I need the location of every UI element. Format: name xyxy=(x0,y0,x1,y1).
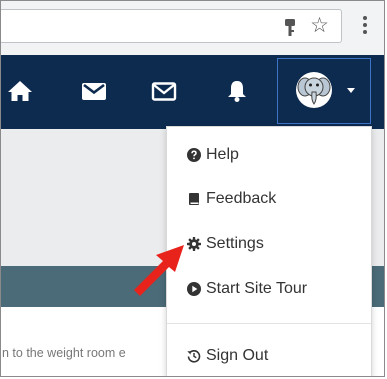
vertical-dots-icon[interactable] xyxy=(356,14,374,36)
menu-item-label: Feedback xyxy=(206,190,277,207)
menu-item-help[interactable]: Help xyxy=(187,143,239,167)
bell-icon[interactable] xyxy=(224,80,250,102)
red-arrow-annotation xyxy=(134,245,184,296)
menu-item-label: Help xyxy=(206,146,239,163)
envelope-outline-icon[interactable] xyxy=(151,80,177,102)
menu-item-label: Start Site Tour xyxy=(206,280,308,297)
caret-down-icon xyxy=(347,88,355,93)
question-circle-icon xyxy=(187,148,201,162)
play-circle-icon xyxy=(187,282,201,296)
address-bar[interactable]: ☆ xyxy=(1,9,342,43)
menu-item-settings[interactable]: Settings xyxy=(187,232,264,256)
book-icon xyxy=(189,193,199,205)
menu-item-label: Sign Out xyxy=(206,347,269,364)
key-icon[interactable] xyxy=(283,19,297,37)
body-text: n to the weight room e xyxy=(2,346,126,360)
menu-item-feedback[interactable]: Feedback xyxy=(187,187,276,211)
screenshot-frame: ☆ n to the weight room e Help Feedback S… xyxy=(0,0,385,377)
envelope-icon[interactable] xyxy=(81,80,107,102)
menu-item-start-site-tour[interactable]: Start Site Tour xyxy=(187,277,307,301)
top-navbar xyxy=(1,55,384,129)
home-icon[interactable] xyxy=(7,80,33,102)
menu-divider xyxy=(167,323,371,324)
user-avatar xyxy=(296,72,332,108)
menu-item-sign-out[interactable]: Sign Out xyxy=(187,344,268,368)
menu-item-label: Settings xyxy=(206,235,264,252)
user-menu-toggle[interactable] xyxy=(277,58,371,124)
user-dropdown-menu: Help Feedback Settings Start Site Tour S… xyxy=(166,126,372,376)
history-icon xyxy=(187,350,201,363)
star-icon[interactable]: ☆ xyxy=(310,15,329,37)
gear-icon xyxy=(187,237,201,251)
elephant-icon xyxy=(297,77,331,105)
browser-toolbar: ☆ xyxy=(1,1,384,55)
